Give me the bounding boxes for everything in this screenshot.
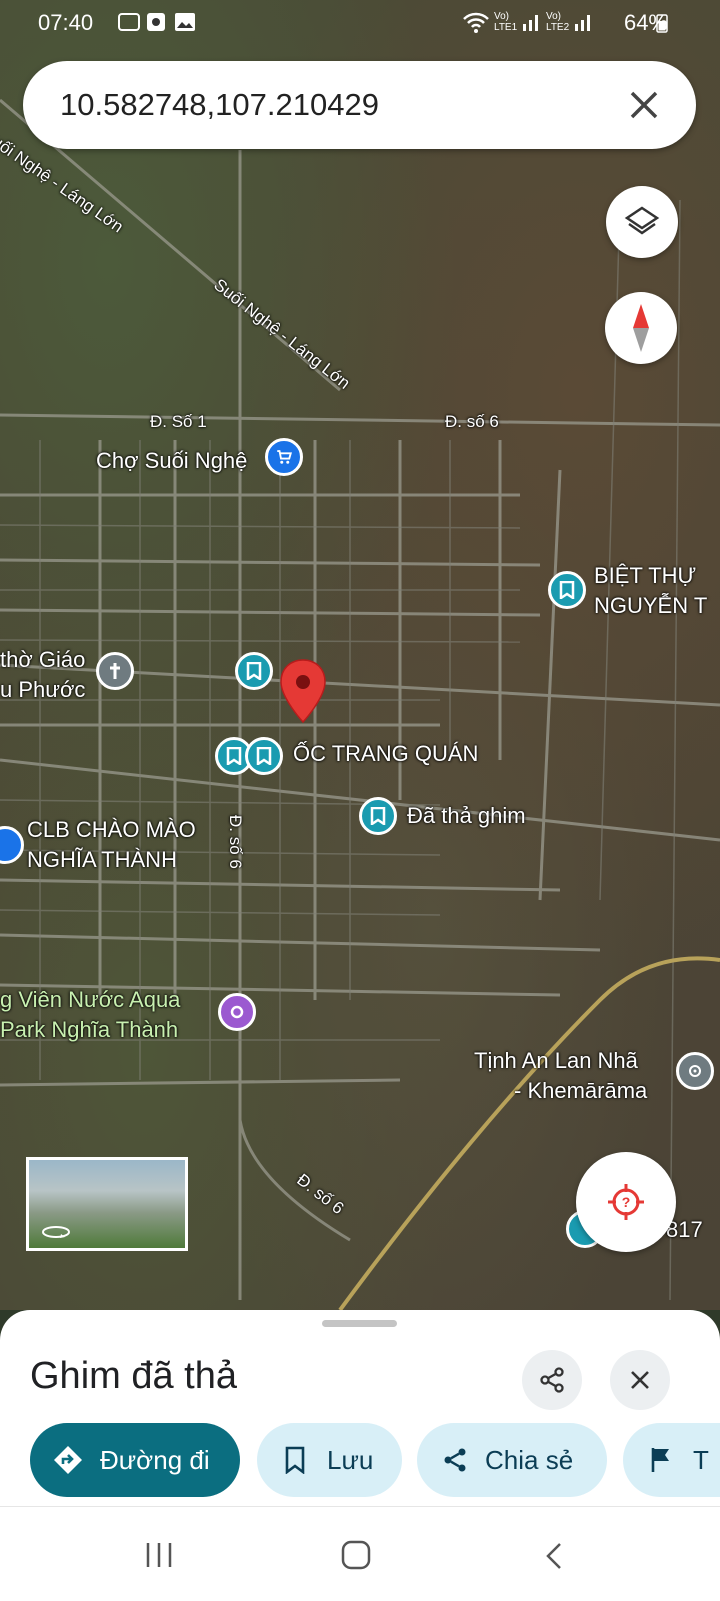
dropped-pin-icon[interactable] [278, 658, 328, 724]
app-notification-icon [147, 13, 165, 31]
close-icon[interactable] [622, 83, 666, 127]
place-label[interactable]: Tịnh An Lan Nhã [474, 1048, 638, 1074]
share-chip-button[interactable]: Chia sẻ [417, 1423, 607, 1497]
place-label[interactable]: - Khemārāma [514, 1078, 647, 1104]
shopping-cart-icon[interactable] [265, 438, 303, 476]
street-view-thumbnail[interactable] [26, 1157, 188, 1251]
place-label[interactable]: Park Nghĩa Thành [0, 1017, 178, 1043]
search-query[interactable]: 10.582748,107.210429 [60, 87, 379, 123]
place-label[interactable]: BIỆT THỰ [594, 563, 696, 589]
status-bar: 07:40 Vo) LTE1 Vo) LTE2 64% [0, 0, 720, 46]
status-time: 07:40 [38, 10, 94, 35]
place-label[interactable]: u Phước [0, 677, 85, 703]
place-label[interactable]: Đã thả ghim [407, 803, 526, 829]
road-label: Đ. số 6 [445, 412, 499, 431]
home-icon[interactable] [340, 1539, 372, 1571]
place-label[interactable]: CLB CHÀO MÀO [27, 817, 196, 843]
bookmark-icon[interactable] [548, 571, 586, 609]
road-label: Đ. số 6 [226, 815, 245, 869]
compass-button[interactable] [605, 292, 677, 364]
share-icon [540, 1367, 564, 1393]
system-navigation-bar [0, 1506, 720, 1601]
layers-button[interactable] [606, 186, 678, 258]
gallery-icon [175, 13, 195, 31]
directions-label: Đường đi [100, 1444, 210, 1475]
map-view[interactable]: Suối Nghệ - Láng Lớn Suối Nghệ - Láng Lớ… [0, 0, 720, 1310]
flag-button[interactable]: T [623, 1423, 720, 1497]
place-label[interactable]: ỐC TRANG QUÁN [293, 741, 478, 767]
place-label[interactable]: Chợ Suối Nghệ [96, 448, 247, 474]
place-label[interactable]: NGHĨA THÀNH [27, 847, 177, 873]
place-label[interactable]: thờ Giáo [0, 647, 85, 673]
close-sheet-button[interactable] [610, 1350, 670, 1410]
church-icon[interactable] [96, 652, 134, 690]
sim1-label: Vo) LTE1 [494, 11, 518, 33]
bookmark-icon[interactable] [245, 737, 283, 775]
wifi-icon [463, 12, 489, 33]
bookmark-icon[interactable] [235, 652, 273, 690]
directions-button[interactable]: Đường đi [30, 1423, 240, 1497]
flag-icon [651, 1448, 669, 1472]
battery-icon [656, 14, 668, 33]
place-label[interactable]: NGUYỄN T [594, 593, 707, 619]
signal-icon [575, 15, 590, 31]
temple-icon[interactable] [676, 1052, 714, 1090]
rotate-360-icon [42, 1226, 70, 1238]
place-label[interactable]: g Viên Nước Aqua [0, 987, 180, 1013]
share-label: Chia sẻ [485, 1444, 574, 1475]
layers-icon [624, 206, 660, 235]
flag-label: T [693, 1444, 709, 1475]
close-icon [631, 1371, 649, 1389]
bookmark-icon [285, 1446, 305, 1474]
bookmark-icon[interactable] [359, 797, 397, 835]
share-icon [444, 1448, 466, 1472]
save-label: Lưu [327, 1444, 374, 1475]
road-label: Đ. Số 1 [150, 412, 207, 431]
notification-icon [118, 13, 140, 31]
search-bar[interactable]: 10.582748,107.210429 [23, 61, 696, 149]
sheet-title: Ghim đã thả [30, 1355, 237, 1397]
drag-handle[interactable] [322, 1320, 397, 1327]
attraction-icon[interactable] [218, 993, 256, 1031]
my-location-button[interactable]: ? [576, 1152, 676, 1252]
back-icon[interactable] [542, 1541, 566, 1571]
signal-icon [523, 15, 538, 31]
svg-text:?: ? [622, 1194, 631, 1210]
save-button[interactable]: Lưu [257, 1423, 402, 1497]
compass-icon [633, 304, 649, 352]
sim2-label: Vo) LTE2 [546, 11, 570, 33]
location-unknown-icon: ? [608, 1184, 644, 1220]
share-button[interactable] [522, 1350, 582, 1410]
directions-icon [54, 1446, 82, 1474]
place-bottom-sheet[interactable]: Ghim đã thả Đường đi Lưu Chia sẻ T [0, 1310, 720, 1506]
recent-apps-icon[interactable] [144, 1541, 174, 1569]
